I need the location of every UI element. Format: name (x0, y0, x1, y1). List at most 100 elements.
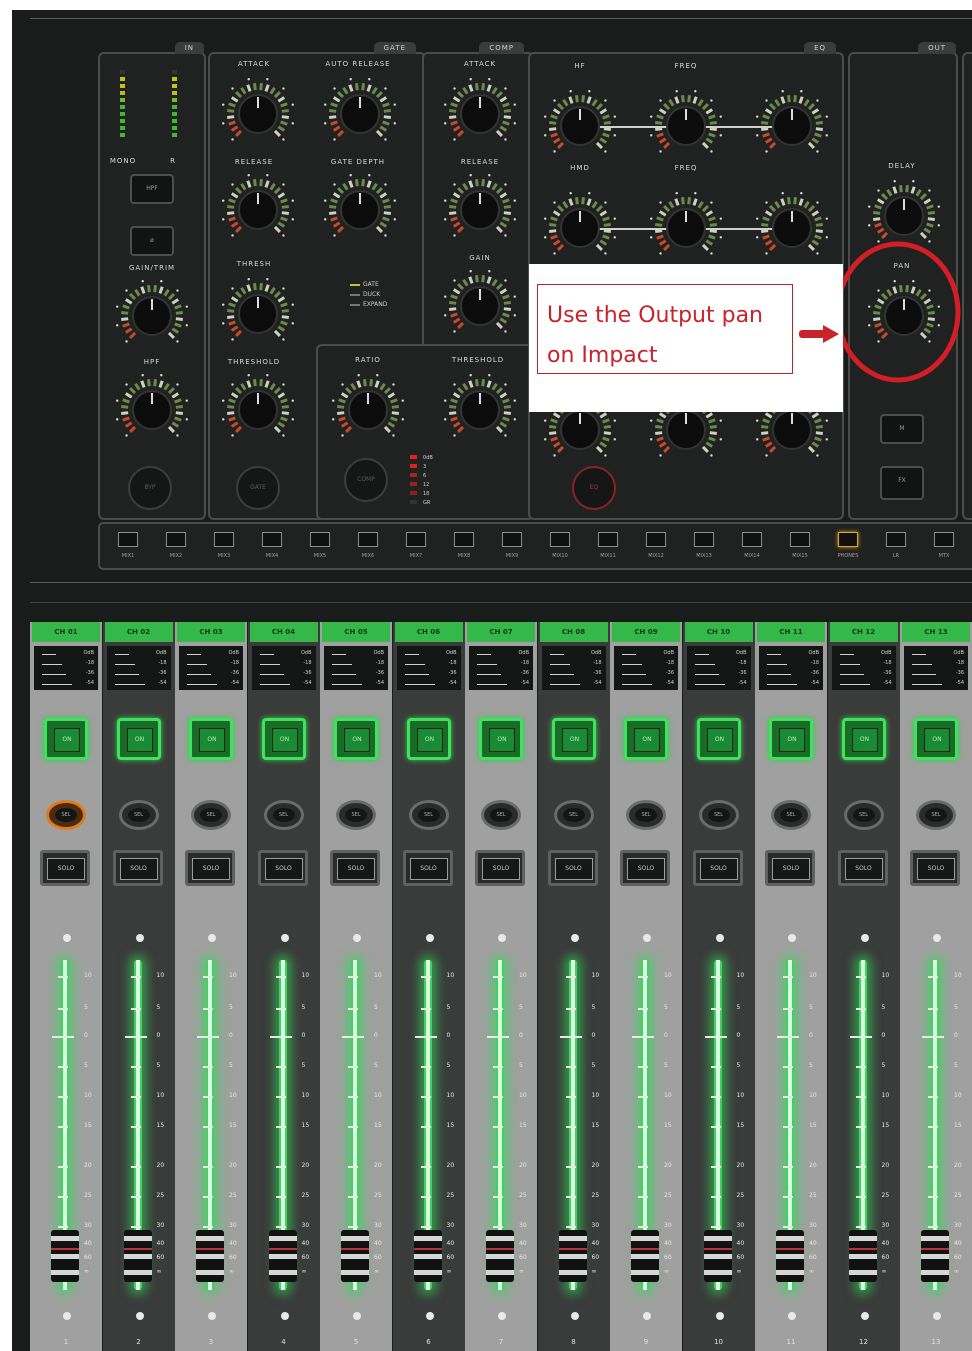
channel-solo-button[interactable]: SOLO (475, 850, 525, 886)
assign-button-lr[interactable] (886, 532, 906, 547)
eq-hmd-gain-knob[interactable] (542, 190, 618, 266)
channel-name[interactable]: CH 06 (394, 622, 463, 642)
channel-select-button[interactable]: SEL (698, 800, 739, 830)
comp-attack-knob[interactable] (442, 76, 518, 152)
eq-hmd-q-knob[interactable] (754, 190, 830, 266)
fader-cap[interactable] (631, 1230, 659, 1282)
assign-button-mix6[interactable] (358, 532, 378, 547)
gate-mode-options[interactable]: GATE DUCK EXPAND (350, 280, 387, 310)
hpf-toggle-button[interactable]: HPF (130, 174, 174, 204)
channel-name[interactable]: CH 09 (612, 622, 680, 642)
assign-button-mix3[interactable] (214, 532, 234, 547)
fader-cap[interactable] (558, 1230, 587, 1282)
channel-select-button[interactable]: SEL (481, 800, 521, 830)
assign-button-mix9[interactable] (502, 532, 522, 547)
channel-select-button[interactable]: SEL (191, 800, 231, 830)
gate-depth-knob[interactable] (322, 172, 398, 248)
channel-on-button[interactable]: ON (914, 718, 958, 760)
eq-hf-q-knob[interactable] (754, 88, 830, 164)
channel-select-button[interactable]: SEL (336, 800, 376, 830)
channel-on-button[interactable]: ON (44, 718, 88, 760)
channel-on-button[interactable]: ON (624, 718, 668, 760)
gate-thresh-knob[interactable] (220, 276, 296, 352)
assign-button-mix5[interactable] (310, 532, 330, 547)
channel-select-button[interactable]: SEL (843, 800, 884, 830)
assign-button-mix14[interactable] (742, 532, 762, 547)
gate-mode-duck[interactable]: DUCK (350, 290, 387, 300)
channel-solo-button[interactable]: SOLO (837, 850, 888, 886)
gate-release-knob[interactable] (220, 172, 296, 248)
assign-button-phones[interactable] (838, 532, 858, 547)
assign-button-mix4[interactable] (262, 532, 282, 547)
channel-name[interactable]: CH 01 (32, 622, 100, 642)
channel-select-button[interactable]: SEL (553, 800, 594, 830)
eq-hf-gain-knob[interactable] (542, 88, 618, 164)
gain-trim-knob[interactable] (114, 278, 190, 354)
channel-on-button[interactable]: ON (406, 718, 451, 760)
fader-cap[interactable] (268, 1230, 297, 1282)
channel-select-button[interactable]: SEL (408, 800, 449, 830)
comp-ratio-knob[interactable] (330, 372, 406, 448)
fader-cap[interactable] (703, 1230, 732, 1282)
fader-cap[interactable] (486, 1230, 514, 1282)
assign-button-mix10[interactable] (550, 532, 570, 547)
channel-solo-button[interactable]: SOLO (402, 850, 453, 886)
fader-cap[interactable] (341, 1230, 369, 1282)
channel-solo-button[interactable]: SOLO (910, 850, 960, 886)
fader-cap[interactable] (848, 1230, 877, 1282)
assign-button-mix13[interactable] (694, 532, 714, 547)
channel-name[interactable]: CH 04 (249, 622, 318, 642)
channel-on-button[interactable]: ON (551, 718, 596, 760)
channel-select-button[interactable]: SEL (916, 800, 956, 830)
input-bypass-button[interactable]: BYP (128, 466, 172, 510)
channel-name[interactable]: CH 11 (757, 622, 825, 642)
fader-cap[interactable] (921, 1230, 949, 1282)
comp-gain-knob[interactable] (442, 268, 518, 344)
channel-name[interactable]: CH 12 (829, 622, 898, 642)
comp-threshold-knob[interactable] (442, 372, 518, 448)
channel-select-button[interactable]: SEL (118, 800, 159, 830)
channel-on-button[interactable]: ON (696, 718, 741, 760)
channel-select-button[interactable]: SEL (771, 800, 811, 830)
channel-on-button[interactable]: ON (479, 718, 523, 760)
assign-button-mix11[interactable] (598, 532, 618, 547)
gate-mode-gate[interactable]: GATE (350, 280, 387, 290)
assign-button-mix2[interactable] (166, 532, 186, 547)
eq-hf-freq-knob[interactable] (648, 88, 724, 164)
channel-solo-button[interactable]: SOLO (547, 850, 598, 886)
channel-on-button[interactable]: ON (334, 718, 378, 760)
comp-enable-button[interactable]: COMP (344, 458, 388, 502)
assign-button-mix1[interactable] (118, 532, 138, 547)
channel-on-button[interactable]: ON (841, 718, 886, 760)
assign-button-mix15[interactable] (790, 532, 810, 547)
channel-solo-button[interactable]: SOLO (185, 850, 235, 886)
comp-release-knob[interactable] (442, 172, 518, 248)
assign-button-mix7[interactable] (406, 532, 426, 547)
gate-attack-knob[interactable] (220, 76, 296, 152)
channel-name[interactable]: CH 03 (177, 622, 245, 642)
assign-button-mtx[interactable] (934, 532, 954, 547)
channel-name[interactable]: CH 08 (539, 622, 608, 642)
phase-toggle-button[interactable]: ø (130, 226, 174, 256)
channel-solo-button[interactable]: SOLO (40, 850, 90, 886)
channel-name[interactable]: CH 02 (104, 622, 173, 642)
channel-select-button[interactable]: SEL (626, 800, 666, 830)
fader-cap[interactable] (123, 1230, 152, 1282)
channel-select-button[interactable]: SEL (46, 800, 86, 830)
eq-hmd-freq-knob[interactable] (648, 190, 724, 266)
channel-solo-button[interactable]: SOLO (257, 850, 308, 886)
channel-name[interactable]: CH 10 (684, 622, 753, 642)
eq-enable-button[interactable]: EQ (572, 466, 616, 510)
channel-solo-button[interactable]: SOLO (620, 850, 670, 886)
channel-solo-button[interactable]: SOLO (330, 850, 380, 886)
channel-on-button[interactable]: ON (116, 718, 161, 760)
output-fx-button[interactable]: FX (880, 466, 924, 500)
channel-on-button[interactable]: ON (769, 718, 813, 760)
assign-button-mix8[interactable] (454, 532, 474, 547)
channel-solo-button[interactable]: SOLO (112, 850, 163, 886)
assign-button-mix12[interactable] (646, 532, 666, 547)
channel-select-button[interactable]: SEL (263, 800, 304, 830)
channel-name[interactable]: CH 05 (322, 622, 390, 642)
fader-cap[interactable] (776, 1230, 804, 1282)
channel-solo-button[interactable]: SOLO (692, 850, 743, 886)
